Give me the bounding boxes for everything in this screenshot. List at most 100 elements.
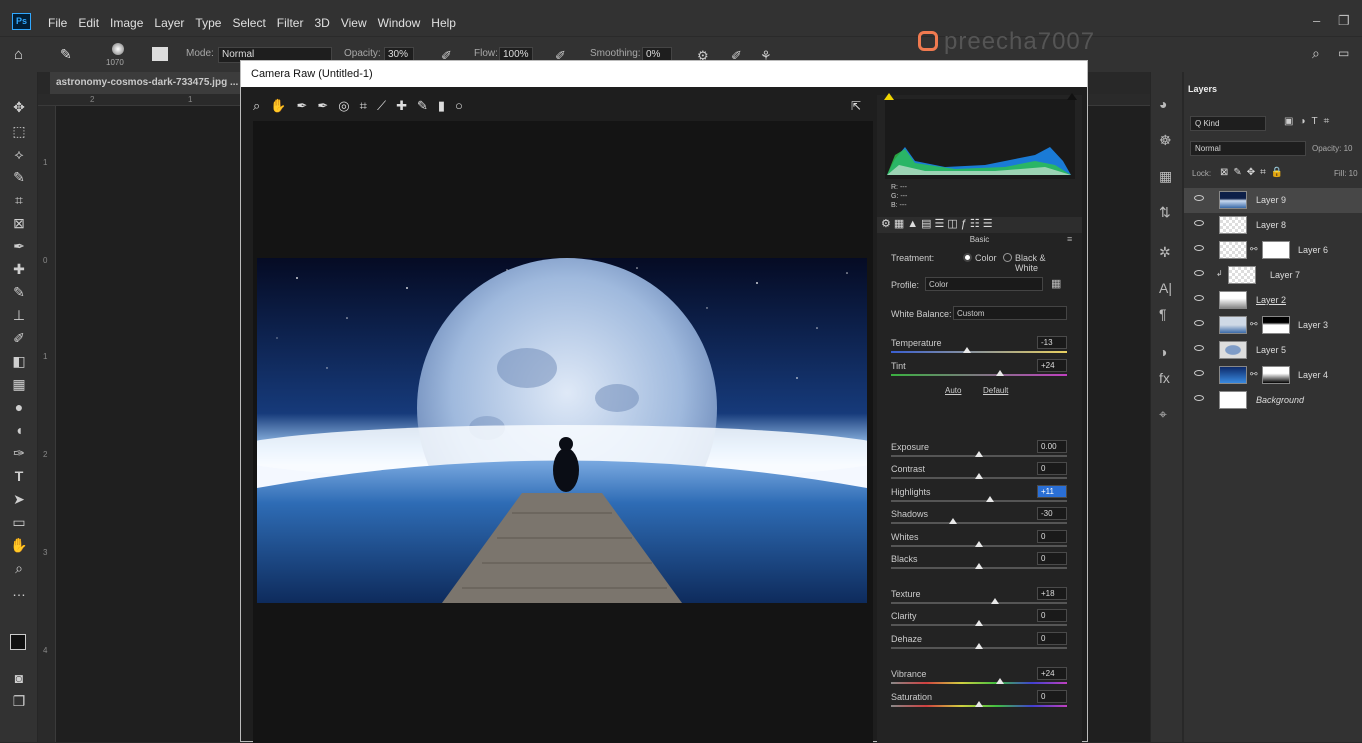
layer-row[interactable]: Background: [1184, 388, 1362, 413]
slider-track[interactable]: [891, 598, 1067, 604]
highlight-clipping-icon[interactable]: [1067, 93, 1077, 100]
menu-file[interactable]: File: [48, 16, 67, 30]
visibility-eye-icon[interactable]: [1194, 295, 1204, 301]
layer-row[interactable]: Layer 8: [1184, 213, 1362, 238]
eyedropper-icon[interactable]: ✒: [10, 237, 28, 255]
graduated-filter-icon[interactable]: ▮: [438, 98, 445, 121]
blend-mode-select[interactable]: Normal: [1190, 141, 1306, 156]
slider-thumb[interactable]: [975, 643, 983, 649]
slider-thumb[interactable]: [985, 496, 994, 502]
visibility-eye-icon[interactable]: [1194, 370, 1204, 376]
visibility-eye-icon[interactable]: [1194, 245, 1204, 251]
slider-thumb[interactable]: [975, 451, 983, 457]
slider-value-field[interactable]: +18: [1037, 587, 1067, 600]
panel-menu-icon[interactable]: ≡: [1067, 234, 1072, 244]
crop-icon[interactable]: ⌗: [360, 98, 367, 121]
frame-tool-icon[interactable]: ⊠: [10, 214, 28, 232]
healing-brush-icon[interactable]: ✚: [10, 260, 28, 278]
slider-thumb[interactable]: [996, 678, 1005, 684]
spot-removal-icon[interactable]: ✚: [396, 98, 407, 121]
slider-track[interactable]: [891, 347, 1067, 353]
screen-mode-icon[interactable]: ❐: [10, 692, 28, 710]
layer-row[interactable]: ↲ Layer 7: [1184, 263, 1362, 288]
type-tool-icon[interactable]: T: [10, 467, 28, 485]
layer-name[interactable]: Layer 6: [1298, 245, 1328, 255]
actions-panel-icon[interactable]: fx: [1159, 370, 1170, 386]
shadow-clipping-icon[interactable]: [884, 93, 894, 100]
slider-track[interactable]: [891, 370, 1067, 376]
brush-tool-icon[interactable]: ✎: [10, 283, 28, 301]
layer-name[interactable]: Layer 2: [1256, 295, 1286, 305]
layer-row[interactable]: Layer 5: [1184, 338, 1362, 363]
foreground-color-swatch[interactable]: [10, 634, 26, 650]
slider-value-field[interactable]: 0: [1037, 632, 1067, 645]
path-select-icon[interactable]: ➤: [10, 490, 28, 508]
zoom-tool-icon[interactable]: ⌕: [10, 559, 28, 577]
marquee-tool-icon[interactable]: ⬚: [10, 122, 28, 140]
fill-label[interactable]: Fill: 10: [1334, 169, 1358, 178]
layer-row[interactable]: ⚯ Layer 3: [1184, 313, 1362, 338]
slider-thumb[interactable]: [975, 620, 983, 626]
menu-layer[interactable]: Layer: [154, 16, 184, 30]
menu-edit[interactable]: Edit: [78, 16, 99, 30]
eraser-icon[interactable]: ◧: [10, 352, 28, 370]
visibility-eye-icon[interactable]: [1194, 270, 1204, 276]
slider-value-field[interactable]: -13: [1037, 336, 1067, 349]
kind-filter[interactable]: Q Kind: [1190, 116, 1266, 131]
quick-select-icon[interactable]: ✎: [10, 168, 28, 186]
brush-panel-icon[interactable]: [152, 47, 168, 61]
adjustments-panel-icon[interactable]: ✲: [1159, 244, 1171, 261]
history-brush-icon[interactable]: ✐: [10, 329, 28, 347]
slider-track[interactable]: [891, 451, 1067, 457]
menu-3d[interactable]: 3D: [314, 16, 329, 30]
menu-view[interactable]: View: [341, 16, 367, 30]
slider-track[interactable]: [891, 518, 1067, 524]
lock-icons[interactable]: ⊠✎✥⌗🔒: [1220, 167, 1288, 178]
slider-track[interactable]: [891, 620, 1067, 626]
home-icon[interactable]: ⌂: [14, 46, 23, 63]
wb-select[interactable]: Custom: [953, 306, 1067, 320]
slider-value-field[interactable]: +24: [1037, 667, 1067, 680]
link-icon[interactable]: ⚯: [1250, 244, 1258, 255]
slider-value-field[interactable]: 0.00: [1037, 440, 1067, 453]
menu-image[interactable]: Image: [110, 16, 143, 30]
slider-thumb[interactable]: [948, 518, 957, 524]
layer-row[interactable]: Layer 9: [1184, 188, 1362, 213]
auto-button[interactable]: Auto: [945, 386, 961, 395]
hand-tool-icon[interactable]: ✋: [10, 536, 28, 554]
layer-name[interactable]: Layer 5: [1256, 345, 1286, 355]
slider-value-field[interactable]: +24: [1037, 359, 1067, 372]
slider-thumb[interactable]: [975, 541, 983, 547]
open-preferences-icon[interactable]: ⇱: [851, 99, 861, 113]
panel-tabs[interactable]: ⚙▦▲▤☰◫ƒ☷☰: [877, 217, 1082, 233]
brush-preset-icon[interactable]: [112, 43, 124, 55]
more-tools-icon[interactable]: …: [10, 582, 28, 600]
visibility-eye-icon[interactable]: [1194, 395, 1204, 401]
styles-panel-icon[interactable]: ◑: [1159, 344, 1167, 360]
layer-row[interactable]: ⚯ Layer 6: [1184, 238, 1362, 263]
menu-help[interactable]: Help: [431, 16, 456, 30]
move-tool-icon[interactable]: ✥: [10, 98, 28, 116]
libraries-panel-icon[interactable]: ▦: [1159, 168, 1172, 185]
slider-value-field[interactable]: +11: [1037, 485, 1067, 498]
layer-name[interactable]: Background: [1256, 395, 1304, 405]
paths-panel-icon[interactable]: ⌖: [1159, 406, 1167, 423]
layer-name[interactable]: Layer 4: [1298, 370, 1328, 380]
slider-value-field[interactable]: 0: [1037, 609, 1067, 622]
slider-value-field[interactable]: 0: [1037, 690, 1067, 703]
menu-filter[interactable]: Filter: [277, 16, 304, 30]
opacity-label[interactable]: Opacity: 10: [1312, 144, 1352, 153]
slider-track[interactable]: [891, 473, 1067, 479]
slider-thumb[interactable]: [975, 563, 983, 569]
learn-panel-icon[interactable]: ☸: [1159, 132, 1172, 149]
default-button[interactable]: Default: [983, 386, 1008, 395]
adjustment-brush-icon[interactable]: ✎: [417, 98, 428, 121]
visibility-eye-icon[interactable]: [1194, 345, 1204, 351]
slider-thumb[interactable]: [975, 701, 983, 707]
visibility-eye-icon[interactable]: [1194, 195, 1204, 201]
hand-icon[interactable]: ✋: [270, 98, 286, 121]
slider-track[interactable]: [891, 701, 1067, 707]
slider-thumb[interactable]: [962, 347, 971, 353]
slider-value-field[interactable]: 0: [1037, 530, 1067, 543]
pen-tool-icon[interactable]: ✑: [10, 444, 28, 462]
